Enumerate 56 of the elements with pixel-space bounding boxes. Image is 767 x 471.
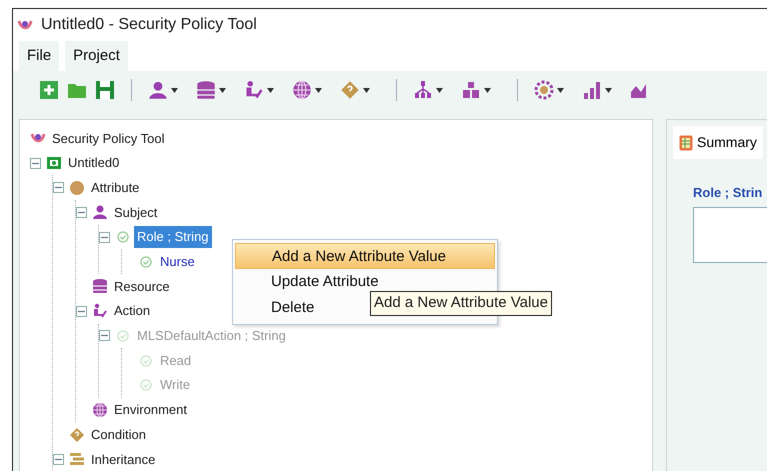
gear-icon[interactable] — [534, 80, 554, 100]
check-circle-icon — [138, 377, 154, 394]
caret-icon[interactable] — [219, 88, 226, 92]
tooltip: Add a New Attribute Value — [370, 291, 552, 316]
check-circle-icon — [115, 229, 131, 246]
check-circle-icon — [138, 352, 154, 369]
globe-icon[interactable] — [292, 80, 312, 100]
database-icon — [92, 278, 108, 294]
tree-item[interactable]: Resource — [111, 276, 173, 298]
check-circle-icon — [115, 328, 131, 344]
menu-item[interactable]: File — [19, 40, 60, 72]
person-at-desk-icon[interactable] — [244, 80, 264, 100]
tree-item[interactable]: Inheritance — [88, 448, 158, 470]
tree-item[interactable]: Role ; String — [134, 226, 212, 248]
question-diamond-icon — [69, 426, 85, 443]
tree-item[interactable]: Action — [111, 300, 154, 322]
caret-icon[interactable] — [171, 88, 178, 92]
tree-item[interactable]: Attribute — [88, 176, 142, 198]
project-icon — [46, 155, 62, 172]
caret-icon[interactable] — [557, 88, 564, 92]
menu-item[interactable]: Add a New Attribute Value — [235, 243, 495, 269]
person-at-desk-icon — [92, 303, 108, 320]
bar-chart-icon[interactable] — [582, 80, 602, 100]
menu-item[interactable]: Project — [65, 40, 128, 72]
layers-icon — [69, 451, 85, 468]
hierarchy-icon[interactable] — [413, 80, 433, 100]
tree-item[interactable]: Security Policy Tool — [49, 128, 168, 150]
expander-icon[interactable] — [76, 206, 87, 218]
tree-item[interactable]: Condition — [88, 424, 149, 446]
expander-icon[interactable] — [53, 454, 64, 465]
tree-item[interactable]: Environment — [111, 399, 190, 421]
caret-icon[interactable] — [605, 88, 612, 92]
window-title: Untitled0 - Security Policy Tool — [41, 15, 257, 35]
caret-icon[interactable] — [484, 88, 491, 92]
caret-icon[interactable] — [315, 88, 322, 92]
expander-icon[interactable] — [53, 182, 64, 194]
check-circle-icon — [138, 254, 154, 270]
expander-icon[interactable] — [30, 158, 41, 169]
tree-item[interactable]: Subject — [111, 202, 160, 224]
caret-icon[interactable] — [436, 88, 443, 92]
expander-icon[interactable] — [76, 306, 87, 317]
caret-icon[interactable] — [363, 88, 370, 92]
tree-item[interactable]: Nurse — [157, 251, 198, 273]
globe-icon — [92, 402, 108, 418]
caret-icon[interactable] — [267, 88, 274, 92]
section-heading: Role ; Strin — [693, 184, 764, 202]
tree-item[interactable]: Untitled0 — [65, 152, 122, 174]
person-icon[interactable] — [148, 80, 168, 100]
summary-tab[interactable]: Summary — [673, 126, 763, 159]
clipboard-icon — [679, 134, 693, 151]
add-file-icon[interactable] — [39, 80, 59, 100]
expander-icon[interactable] — [99, 232, 110, 243]
person-icon — [92, 204, 108, 220]
blocks-icon[interactable] — [461, 80, 481, 100]
coin-icon — [69, 180, 85, 196]
database-icon[interactable] — [196, 80, 216, 100]
